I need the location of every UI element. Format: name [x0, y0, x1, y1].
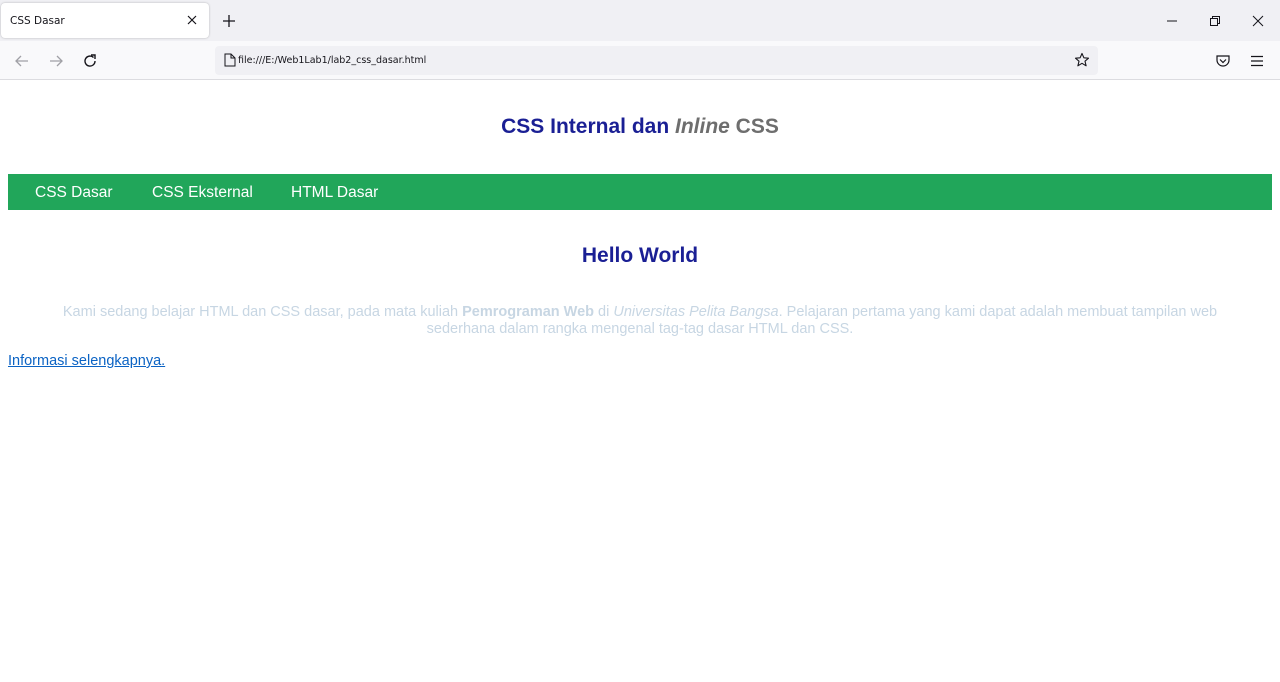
- minimize-icon[interactable]: [1161, 10, 1183, 32]
- url-bar[interactable]: file:///E:/Web1Lab1/lab2_css_dasar.html: [215, 46, 1098, 75]
- tab-strip: CSS Dasar: [0, 0, 1280, 41]
- page-icon: [224, 53, 236, 67]
- tab-title: CSS Dasar: [10, 14, 65, 27]
- page-header: CSS Internal dan Inline CSS: [0, 115, 1280, 139]
- nav-link-css-eksternal[interactable]: CSS Eksternal: [152, 184, 253, 202]
- navigation-toolbar: file:///E:/Web1Lab1/lab2_css_dasar.html: [0, 41, 1280, 80]
- intro-bold-course: Pemrograman Web: [462, 304, 595, 320]
- intro-paragraph: Kami sedang belajar HTML dan CSS dasar, …: [28, 304, 1252, 338]
- restore-icon[interactable]: [1204, 10, 1226, 32]
- arrow-left-icon[interactable]: [10, 49, 34, 73]
- header-text: CSS Internal dan: [501, 115, 675, 138]
- header-inline-word: Inline: [675, 115, 730, 138]
- plus-icon[interactable]: [218, 10, 240, 32]
- header-css-word: CSS: [729, 115, 779, 138]
- hamburger-menu-icon[interactable]: [1245, 49, 1269, 73]
- nav-link-css-dasar[interactable]: CSS Dasar: [35, 184, 113, 202]
- close-icon[interactable]: [183, 11, 201, 29]
- page-content: CSS Internal dan Inline CSS CSS Dasar CS…: [0, 81, 1280, 682]
- more-info-link[interactable]: Informasi selengkapnya.: [8, 353, 165, 369]
- browser-tab[interactable]: CSS Dasar: [1, 3, 209, 38]
- intro-text-1: Kami sedang belajar HTML dan CSS dasar, …: [62, 304, 463, 320]
- content-heading: Hello World: [581, 244, 699, 267]
- pocket-icon[interactable]: [1211, 49, 1235, 73]
- url-text: file:///E:/Web1Lab1/lab2_css_dasar.html: [238, 55, 427, 66]
- arrow-right-icon[interactable]: [44, 49, 68, 73]
- close-icon[interactable]: [1247, 10, 1269, 32]
- intro-text-2: di: [594, 304, 614, 320]
- intro-italic-university: Universitas Pelita Bangsa: [613, 304, 779, 320]
- nav-link-html-dasar[interactable]: HTML Dasar: [291, 184, 378, 202]
- site-nav: CSS Dasar CSS Eksternal HTML Dasar: [8, 174, 1272, 210]
- star-icon[interactable]: [1072, 50, 1092, 70]
- reload-icon[interactable]: [78, 49, 102, 73]
